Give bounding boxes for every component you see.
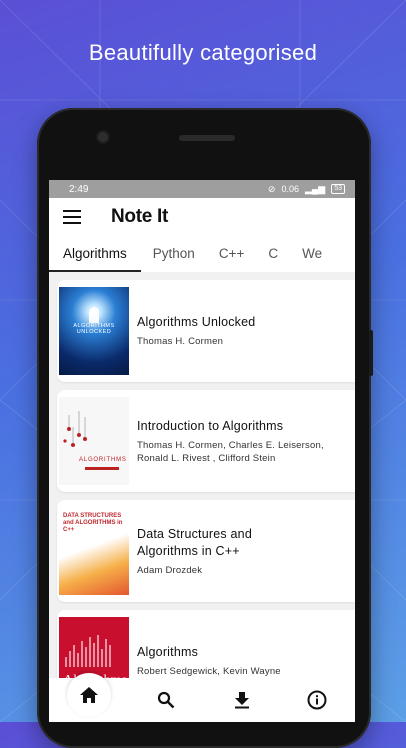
category-tabs: Algorithms Python C++ C We (49, 236, 355, 272)
download-icon (234, 692, 249, 709)
tab-cpp[interactable]: C++ (207, 236, 257, 272)
data-rate: 0.06 (281, 184, 299, 194)
headline: Beautifully categorised (88, 40, 318, 65)
book-author: Robert Sedgewick, Kevin Wayne (137, 666, 281, 677)
status-time: 2:49 (69, 183, 89, 195)
book-title: Introduction to Algorithms (137, 418, 284, 433)
home-icon (79, 687, 98, 703)
speaker-grille (179, 135, 235, 141)
book-author-line: Thomas H. Cormen, Charles E. Leiserson, (137, 439, 324, 451)
info-icon (307, 690, 327, 710)
phone-side-button (369, 330, 373, 376)
menu-button[interactable] (49, 210, 95, 224)
hamburger-icon (63, 210, 81, 224)
book-title: Data Structures and Algorithms in C++ (137, 526, 252, 560)
tab-web[interactable]: We (290, 236, 334, 272)
book-list: ALGORITHMS UNLOCKED Algorithms Unlocked … (49, 272, 355, 712)
book-cover: DATA STRUCTURES and ALGORITHMS in C++ (59, 507, 129, 595)
book-card[interactable]: ALGORITHMS UNLOCKED Algorithms Unlocked … (57, 280, 355, 382)
book-card[interactable]: ALGORITHMS Introduction to Algorithms Th… (57, 390, 355, 492)
bottom-navigation (49, 673, 355, 722)
book-author: Adam Drozdek (137, 564, 203, 576)
book-title-line: Algorithms in C++ (137, 543, 240, 558)
search-icon (158, 691, 175, 709)
tab-python[interactable]: Python (141, 236, 207, 272)
nav-info-button[interactable] (297, 680, 337, 720)
cover-text: ALGORITHMS (79, 457, 127, 463)
tab-c[interactable]: C (256, 236, 290, 272)
book-title-line: Data Structures and (137, 526, 252, 541)
hotspot-icon: ⊘ (267, 183, 276, 194)
book-author-line: Ronald L. Rivest , Clifford Stein (137, 452, 276, 464)
book-title: Algorithms Unlocked (137, 315, 256, 329)
nav-home-button[interactable] (66, 673, 111, 717)
app-bar: Note It (49, 198, 355, 236)
book-author: Thomas H. Cormen (137, 336, 224, 347)
status-bar: 2:49 ⊘ 0.06 ▂▄▆ 53 (49, 180, 355, 198)
battery-icon: 53 (331, 184, 345, 194)
cover-text: ALGORITHMS UNLOCKED (73, 323, 115, 335)
app-screen: 2:49 ⊘ 0.06 ▂▄▆ 53 Note It Algorithms Py… (49, 180, 355, 722)
book-cover: ALGORITHMS UNLOCKED (59, 287, 129, 375)
tab-algorithms[interactable]: Algorithms (49, 236, 141, 272)
signal-icon: ▂▄▆ (304, 183, 326, 194)
book-title: Algorithms (137, 645, 199, 659)
book-author: Thomas H. Cormen, Charles E. Leiserson, … (137, 439, 324, 465)
app-title: Note It (111, 206, 169, 227)
cover-mobile-art (63, 411, 119, 470)
camera-icon (98, 132, 108, 142)
book-card[interactable]: DATA STRUCTURES and ALGORITHMS in C++ Da… (57, 500, 355, 602)
nav-search-button[interactable] (146, 680, 186, 720)
book-cover: ALGORITHMS (59, 397, 129, 485)
nav-download-button[interactable] (222, 680, 262, 720)
cover-text: DATA STRUCTURES and ALGORITHMS in C++ (63, 513, 123, 533)
